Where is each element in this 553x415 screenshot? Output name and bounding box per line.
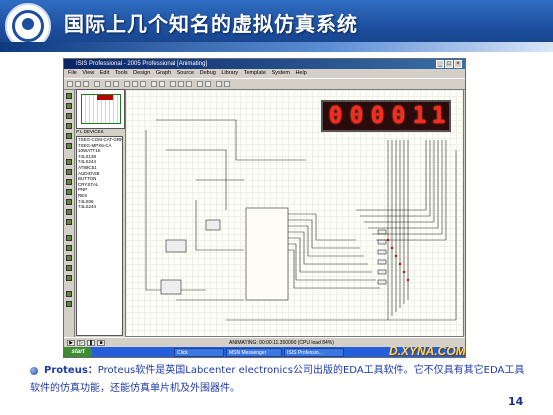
- play-icon[interactable]: ▶: [67, 340, 75, 346]
- overview-window[interactable]: [76, 89, 125, 129]
- menu-file[interactable]: File: [68, 70, 77, 76]
- pause-icon[interactable]: ❚: [87, 340, 95, 346]
- slide-header: 国际上几个知名的虚拟仿真系统: [0, 0, 553, 52]
- minimize-button[interactable]: _: [436, 60, 444, 68]
- led-digit: 0: [349, 103, 364, 129]
- bullet-body: Proteus软件是英国Labcenter electronics公司出版的ED…: [30, 365, 525, 394]
- menu-design[interactable]: Design: [133, 70, 150, 76]
- step-icon[interactable]: ▷: [77, 340, 85, 346]
- toolbar-print-icon[interactable]: [94, 81, 100, 87]
- arc-tool-icon[interactable]: [66, 265, 72, 271]
- header-band: [0, 42, 553, 52]
- rotate-icon[interactable]: [66, 291, 72, 297]
- toolbar-zoom-in-icon[interactable]: [124, 81, 130, 87]
- watermark: D.XYNA.COM: [389, 344, 466, 358]
- box-tool-icon[interactable]: [66, 245, 72, 251]
- instrument-tool-icon[interactable]: [66, 219, 72, 225]
- start-button[interactable]: start: [64, 347, 92, 357]
- led-digit: 0: [328, 103, 343, 129]
- menu-template[interactable]: Template: [244, 70, 266, 76]
- toolbar-netlist-icon[interactable]: [224, 81, 230, 87]
- toolbar-refresh-icon[interactable]: [105, 81, 111, 87]
- menu-system[interactable]: System: [272, 70, 290, 76]
- path-tool-icon[interactable]: [66, 275, 72, 281]
- bus-tool-icon[interactable]: [66, 143, 72, 149]
- generator-tool-icon[interactable]: [66, 199, 72, 205]
- toolbar-save-icon[interactable]: [83, 81, 89, 87]
- logo-emblem: [22, 18, 34, 30]
- tape-tool-icon[interactable]: [66, 189, 72, 195]
- taskbar-item[interactable]: Click: [174, 348, 224, 357]
- toolbar-redo-icon[interactable]: [159, 81, 165, 87]
- toolbar-wire-icon[interactable]: [205, 81, 211, 87]
- proteus-description: Proteus：Proteus软件是英国Labcenter electronic…: [30, 362, 530, 398]
- proteus-window-title: ISIS Professional - 2005 Professional [A…: [76, 61, 208, 67]
- overview-led: [97, 95, 113, 100]
- device-selector-header: P L DEVICES: [76, 129, 104, 134]
- stop-icon[interactable]: ■: [97, 340, 105, 346]
- toolbar-copy-icon[interactable]: [178, 81, 184, 87]
- toolbar-cut-icon[interactable]: [170, 81, 176, 87]
- led-digit: 0: [391, 103, 406, 129]
- mode-toolbar: [64, 89, 75, 337]
- toolbar-undo-icon[interactable]: [151, 81, 157, 87]
- led-digit: 1: [412, 103, 427, 129]
- schematic-canvas[interactable]: 0 0 0 0 1 1: [125, 89, 464, 337]
- circle-tool-icon[interactable]: [66, 255, 72, 261]
- pin-tool-icon[interactable]: [66, 169, 72, 175]
- toolbar-new-icon[interactable]: [67, 81, 73, 87]
- led-digit: 1: [431, 103, 446, 129]
- text-tool-icon[interactable]: [66, 133, 72, 139]
- bullet-lead: Proteus：: [44, 365, 98, 376]
- toolbar-open-icon[interactable]: [75, 81, 81, 87]
- menu-debug[interactable]: Debug: [200, 70, 216, 76]
- toolbar-pick-icon[interactable]: [216, 81, 222, 87]
- menu-source[interactable]: Source: [177, 70, 194, 76]
- label-tool-icon[interactable]: [66, 123, 72, 129]
- menu-edit[interactable]: Edit: [100, 70, 109, 76]
- menu-tools[interactable]: Tools: [115, 70, 128, 76]
- toolbar-grid-icon[interactable]: [113, 81, 119, 87]
- line-tool-icon[interactable]: [66, 235, 72, 241]
- proteus-titlebar: ISIS Professional - 2005 Professional [A…: [64, 59, 465, 69]
- page-number: 14: [508, 395, 524, 408]
- slide-title: 国际上几个知名的虚拟仿真系统: [64, 12, 358, 36]
- probe-tool-icon[interactable]: [66, 209, 72, 215]
- led-digit: 0: [370, 103, 385, 129]
- device-list[interactable]: 7SEG-COM-CAT-GRN 7SEG-MPX6-CA 10WATT1K 7…: [76, 136, 123, 336]
- toolbar-block-icon[interactable]: [197, 81, 203, 87]
- taskbar-item[interactable]: ISIS Professio...: [284, 348, 344, 357]
- toolbar-zoom-all-icon[interactable]: [140, 81, 146, 87]
- junction-tool-icon[interactable]: [66, 113, 72, 119]
- component-tool-icon[interactable]: [66, 103, 72, 109]
- device-item[interactable]: 7SEG-COM-CAT-GRN: [78, 137, 122, 143]
- select-tool-icon[interactable]: [66, 93, 72, 99]
- terminal-tool-icon[interactable]: [66, 159, 72, 165]
- graph-tool-icon[interactable]: [66, 179, 72, 185]
- maximize-button[interactable]: □: [445, 60, 453, 68]
- seven-segment-display: 0 0 0 0 1 1: [321, 100, 451, 132]
- mirror-icon[interactable]: [66, 301, 72, 307]
- toolbar-paste-icon[interactable]: [186, 81, 192, 87]
- menu-library[interactable]: Library: [221, 70, 238, 76]
- menu-help[interactable]: Help: [295, 70, 306, 76]
- proteus-screenshot: ISIS Professional - 2005 Professional [A…: [63, 58, 466, 358]
- taskbar-item[interactable]: MSN Messenger: [226, 348, 282, 357]
- proteus-menubar: File View Edit Tools Design Graph Source…: [64, 69, 465, 78]
- device-item[interactable]: 74LS244: [78, 204, 122, 210]
- toolbar-zoom-out-icon[interactable]: [132, 81, 138, 87]
- close-button[interactable]: ×: [454, 60, 462, 68]
- menu-graph[interactable]: Graph: [156, 70, 171, 76]
- menu-view[interactable]: View: [82, 70, 94, 76]
